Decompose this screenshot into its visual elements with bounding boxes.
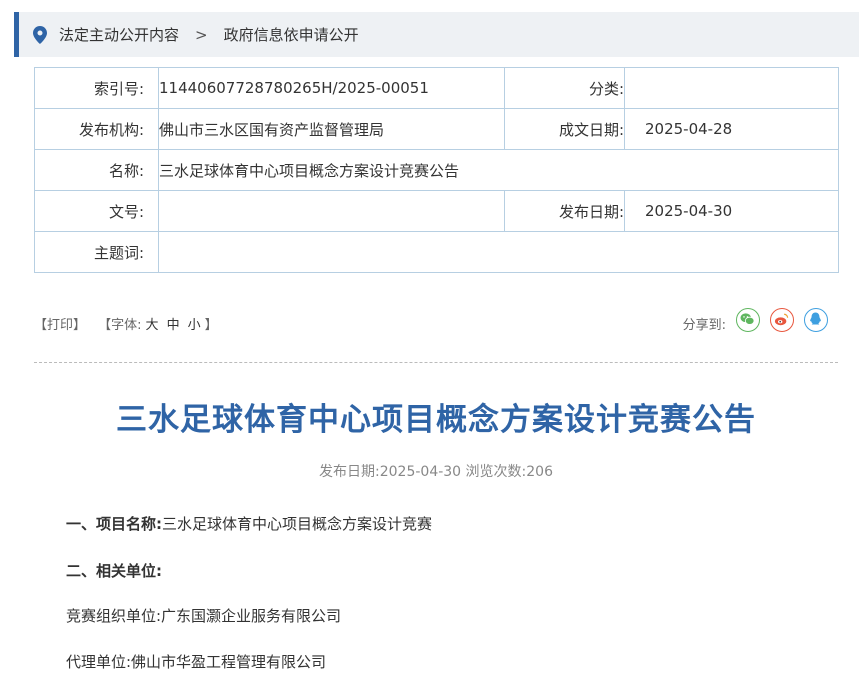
article-toolbar: 【打印】 【字体: 大中小】 分享到: — [34, 308, 838, 338]
breadcrumb-link-request-disclosure[interactable]: 政府信息依申请公开 — [224, 24, 359, 45]
table-row: 文号: 发布日期: 2025-04-30 — [34, 190, 839, 232]
section-2: 二、相关单位: — [66, 560, 162, 581]
table-row: 索引号: 11440607728780265H/2025-00051 分类: — [34, 67, 839, 109]
section-1: 一、项目名称:三水足球体育中心项目概念方案设计竞赛 — [66, 513, 432, 534]
publishing-org-value: 佛山市三水区国有资产监督管理局 — [158, 108, 505, 150]
document-number-label: 文号: — [34, 190, 159, 232]
created-date-label: 成文日期: — [504, 108, 625, 150]
chevron-right-icon: > — [195, 25, 208, 44]
publishing-org-label: 发布机构: — [34, 108, 159, 150]
section-1-text: 三水足球体育中心项目概念方案设计竞赛 — [162, 515, 433, 533]
agent-text: 代理单位:佛山市华盈工程管理有限公司 — [66, 653, 327, 671]
location-pin-icon — [33, 25, 47, 44]
table-row: 主题词: — [34, 231, 839, 273]
subject-keywords-value — [158, 231, 839, 273]
article-stats: 发布日期:2025-04-30 浏览次数:206 — [319, 464, 553, 480]
font-size-prefix: 【字体: — [98, 318, 142, 333]
section-2-heading: 二、相关单位: — [66, 562, 162, 580]
organizer-text: 竞赛组织单位:广东国灏企业服务有限公司 — [66, 607, 342, 625]
article-title: 三水足球体育中心项目概念方案设计竞赛公告 — [116, 402, 756, 438]
section-1-heading: 一、项目名称: — [66, 515, 162, 533]
published-date-label: 发布日期: — [504, 190, 625, 232]
qq-icon[interactable] — [804, 308, 828, 332]
font-size-suffix: 】 — [204, 318, 218, 333]
category-label: 分类: — [504, 67, 625, 109]
document-number-value — [158, 190, 505, 232]
font-medium-button[interactable]: 中 — [167, 318, 180, 333]
category-value — [624, 67, 839, 109]
print-font-controls: 【打印】 【字体: 大中小】 — [34, 314, 218, 333]
index-number-label: 索引号: — [34, 67, 159, 109]
published-date-value: 2025-04-30 — [624, 190, 839, 232]
share-label: 分享到: — [682, 318, 726, 333]
document-name-value: 三水足球体育中心项目概念方案设计竞赛公告 — [158, 149, 839, 191]
weibo-icon[interactable] — [770, 308, 794, 332]
index-number-value: 11440607728780265H/2025-00051 — [158, 67, 505, 109]
table-row: 发布机构: 佛山市三水区国有资产监督管理局 成文日期: 2025-04-28 — [34, 108, 839, 150]
created-date-value: 2025-04-28 — [624, 108, 839, 150]
table-row: 名称: 三水足球体育中心项目概念方案设计竞赛公告 — [34, 149, 839, 191]
document-metadata-table: 索引号: 11440607728780265H/2025-00051 分类: 发… — [34, 67, 839, 273]
breadcrumb: 法定主动公开内容 > 政府信息依申请公开 — [14, 12, 859, 57]
print-button[interactable]: 【打印】 — [34, 318, 86, 333]
divider — [34, 362, 838, 363]
font-small-button[interactable]: 小 — [188, 318, 201, 333]
breadcrumb-link-active-disclosure[interactable]: 法定主动公开内容 — [59, 24, 179, 45]
font-large-button[interactable]: 大 — [146, 318, 159, 333]
document-name-label: 名称: — [34, 149, 159, 191]
subject-keywords-label: 主题词: — [34, 231, 159, 273]
wechat-icon[interactable] — [736, 308, 760, 332]
